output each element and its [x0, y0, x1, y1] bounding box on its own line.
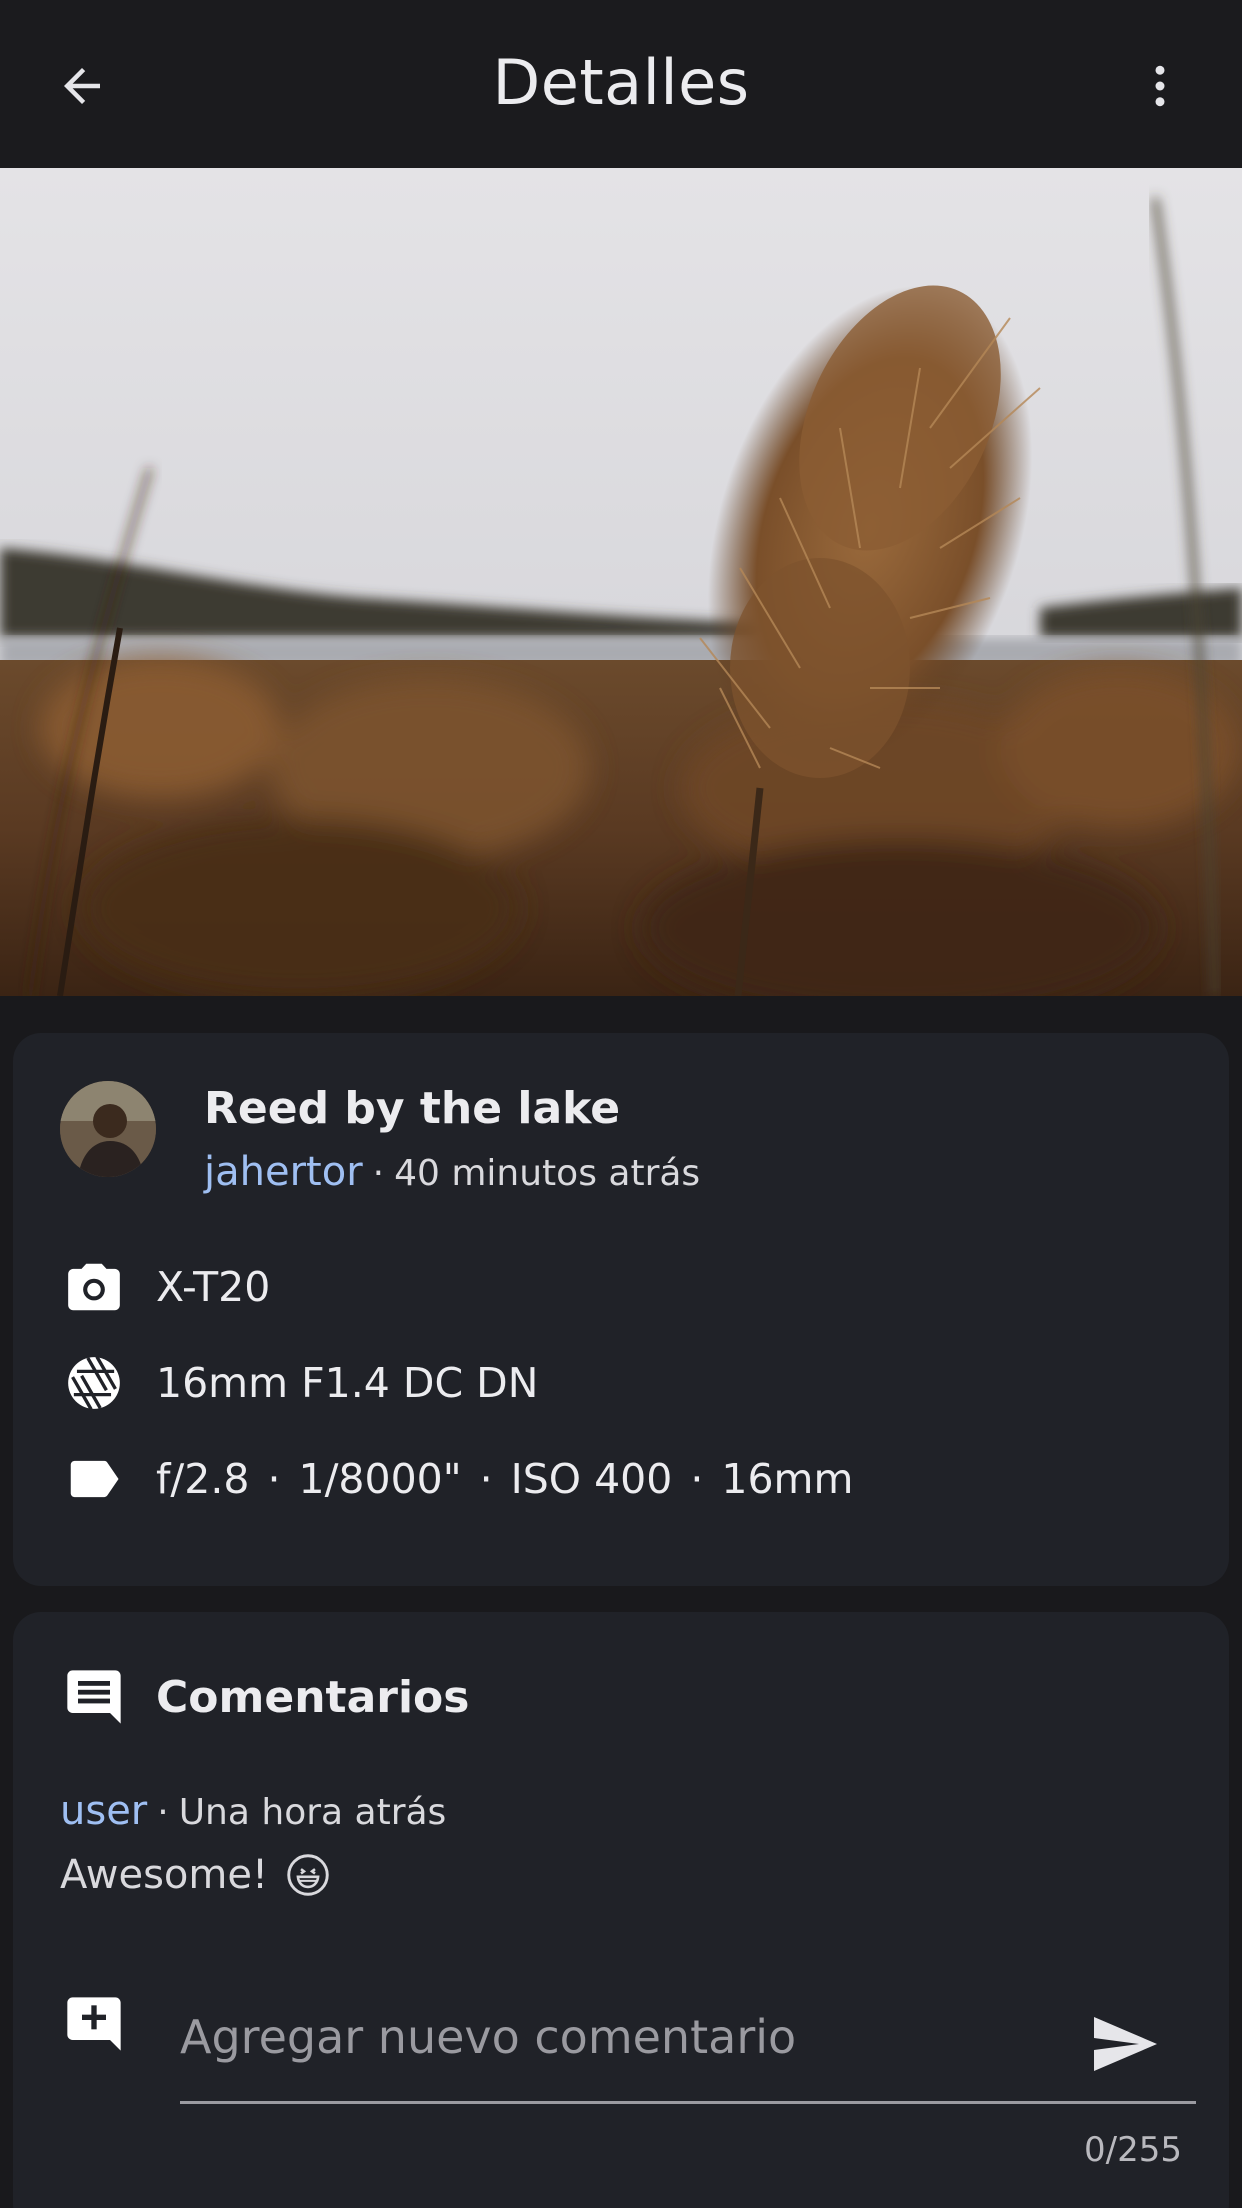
grinning-emoji-icon [287, 1854, 329, 1896]
author-avatar[interactable] [60, 1081, 156, 1177]
meta-separator: · [157, 1792, 169, 1833]
more-options-button[interactable] [1118, 44, 1202, 128]
lens-row: 16mm F1.4 DC DN [62, 1348, 538, 1418]
iso-value: ISO 400 [510, 1455, 673, 1503]
comments-heading: Comentarios [156, 1671, 470, 1723]
aperture-icon [68, 1355, 120, 1411]
comments-card: Comentarios user · Una hora atrás Awesome!… [13, 1612, 1229, 2208]
camera-model: X-T20 [156, 1263, 271, 1311]
settings-separator: · [479, 1455, 493, 1503]
photo-meta: jahertor · 40 minutos atrás [204, 1149, 700, 1195]
label-tag-icon [70, 1460, 119, 1498]
comment-input[interactable] [180, 1982, 1060, 2092]
camera-icon [68, 1263, 120, 1311]
photo-image[interactable] [0, 168, 1242, 996]
meta-separator: · [372, 1153, 385, 1194]
focal-value: 16mm [721, 1455, 854, 1503]
comments-header: Comentarios [62, 1662, 469, 1732]
aperture-value: f/2.8 [156, 1455, 250, 1503]
settings-separator: · [690, 1455, 704, 1503]
comment-text: Awesome! [60, 1852, 268, 1898]
avatar-image [60, 1081, 156, 1177]
shutter-value: 1/8000" [298, 1455, 462, 1503]
character-counter: 0/255 [1084, 2130, 1182, 2170]
photo-title: Reed by the lake [204, 1083, 621, 1134]
more-vertical-icon [1155, 65, 1165, 107]
app-bar: Detalles [0, 0, 1242, 168]
add-comment-icon [67, 1997, 121, 2051]
comment-time: Una hora atrás [178, 1792, 447, 1833]
send-icon [1094, 2017, 1157, 2071]
settings-row: f/2.8 · 1/8000" · ISO 400 · 16mm [62, 1444, 853, 1514]
photo-time: 40 minutos atrás [394, 1153, 701, 1194]
comment-icon [67, 1670, 121, 1724]
lens-model: 16mm F1.4 DC DN [156, 1359, 539, 1407]
reed-photo [0, 168, 1242, 996]
new-comment-field [180, 1982, 1196, 2104]
settings-separator: · [267, 1455, 281, 1503]
camera-row: X-T20 [62, 1252, 270, 1322]
comment-user-link[interactable]: user [60, 1788, 147, 1834]
photo-info-card: Reed by the lake jahertor · 40 minutos atr… [13, 1033, 1229, 1586]
send-button[interactable] [1084, 2004, 1164, 2084]
page-title: Detalles [492, 46, 750, 119]
author-link[interactable]: jahertor [204, 1149, 363, 1195]
exposure-settings: f/2.8 · 1/8000" · ISO 400 · 16mm [156, 1455, 853, 1503]
comment-body: Awesome! [60, 1852, 330, 1898]
comment-meta: user · Una hora atrás [60, 1788, 446, 1834]
